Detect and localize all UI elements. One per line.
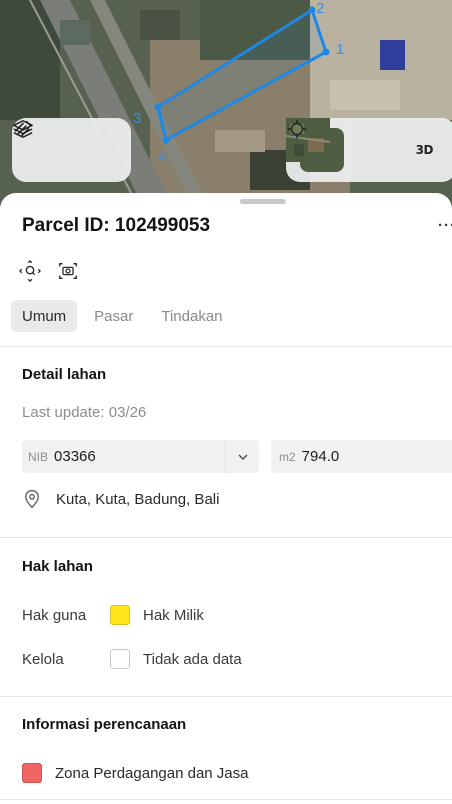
location-row: Kuta, Kuta, Badung, Bali bbox=[22, 489, 219, 509]
parcel-detail-sheet: Parcel ID: 102499053 ··· Umum Pasar Tind… bbox=[0, 193, 452, 804]
nib-prefix: NIB bbox=[28, 449, 49, 464]
hak-guna-swatch bbox=[110, 605, 130, 625]
kelola-value: Tidak ada data bbox=[143, 650, 242, 668]
parcel-title: Parcel ID: 102499053 bbox=[22, 215, 211, 236]
divider bbox=[0, 346, 452, 347]
tab-umum[interactable]: Umum bbox=[11, 300, 78, 332]
area-value: 794.0 bbox=[301, 448, 340, 465]
nib-dropdown-button[interactable] bbox=[225, 440, 259, 473]
parcel-actions bbox=[18, 259, 80, 283]
nib-value: 03366 bbox=[54, 448, 96, 465]
zone-swatch bbox=[22, 763, 42, 783]
hak-guna-value: Hak Milik bbox=[143, 606, 204, 624]
kelola-row: Kelola Tidak ada data bbox=[22, 649, 242, 669]
sheet-grabber[interactable] bbox=[240, 199, 286, 204]
more-options-button[interactable]: ··· bbox=[438, 217, 452, 234]
vertex-label-1: 1 bbox=[336, 41, 344, 58]
tab-pasar[interactable]: Pasar bbox=[83, 300, 144, 332]
crosshair-icon bbox=[287, 119, 307, 139]
location-pin-icon bbox=[25, 490, 39, 509]
hak-guna-label: Hak guna bbox=[22, 606, 87, 624]
camera-frame-icon bbox=[59, 262, 77, 280]
tab-bar: Umum Pasar Tindakan bbox=[11, 300, 234, 332]
title-row: Parcel ID: 102499053 ··· bbox=[22, 215, 452, 239]
map-tools-panel bbox=[12, 118, 131, 182]
satellite-map[interactable]: 2 1 3 4 3D bbox=[0, 0, 452, 210]
vertex-label-2: 2 bbox=[316, 0, 324, 17]
nib-field[interactable]: NIB 03366 bbox=[22, 440, 259, 473]
tab-tindakan[interactable]: Tindakan bbox=[150, 300, 233, 332]
divider bbox=[0, 537, 452, 538]
hak-section-title: Hak lahan bbox=[22, 558, 93, 575]
zoom-to-parcel-button[interactable] bbox=[18, 259, 42, 283]
detail-section-title: Detail lahan bbox=[22, 366, 107, 383]
kelola-label: Kelola bbox=[22, 650, 64, 668]
area-unit: m2 bbox=[279, 449, 296, 464]
locate-button[interactable] bbox=[287, 119, 395, 172]
vertex-label-4: 4 bbox=[158, 149, 166, 166]
location-text: Kuta, Kuta, Badung, Bali bbox=[56, 490, 220, 508]
draw-line-icon bbox=[14, 120, 32, 138]
chevron-down-icon bbox=[237, 453, 248, 460]
zoom-fit-icon bbox=[19, 260, 41, 282]
draw-button[interactable] bbox=[14, 120, 118, 172]
map-view-panel: 3D bbox=[286, 118, 452, 182]
vertex-label-3: 3 bbox=[133, 110, 141, 127]
divider bbox=[0, 799, 452, 800]
kelola-swatch bbox=[110, 649, 130, 669]
planning-section-title: Informasi perencanaan bbox=[22, 716, 187, 733]
screenshot-button[interactable] bbox=[56, 259, 80, 283]
zone-text: Zona Perdagangan dan Jasa bbox=[55, 764, 249, 782]
last-update-text: Last update: 03/26 bbox=[22, 404, 147, 421]
area-field: m2 794.0 bbox=[271, 440, 452, 473]
hak-guna-row: Hak guna Hak Milik bbox=[22, 605, 204, 625]
view-3d-button[interactable]: 3D bbox=[402, 128, 446, 172]
divider bbox=[0, 696, 452, 697]
zone-row: Zona Perdagangan dan Jasa bbox=[22, 763, 248, 783]
